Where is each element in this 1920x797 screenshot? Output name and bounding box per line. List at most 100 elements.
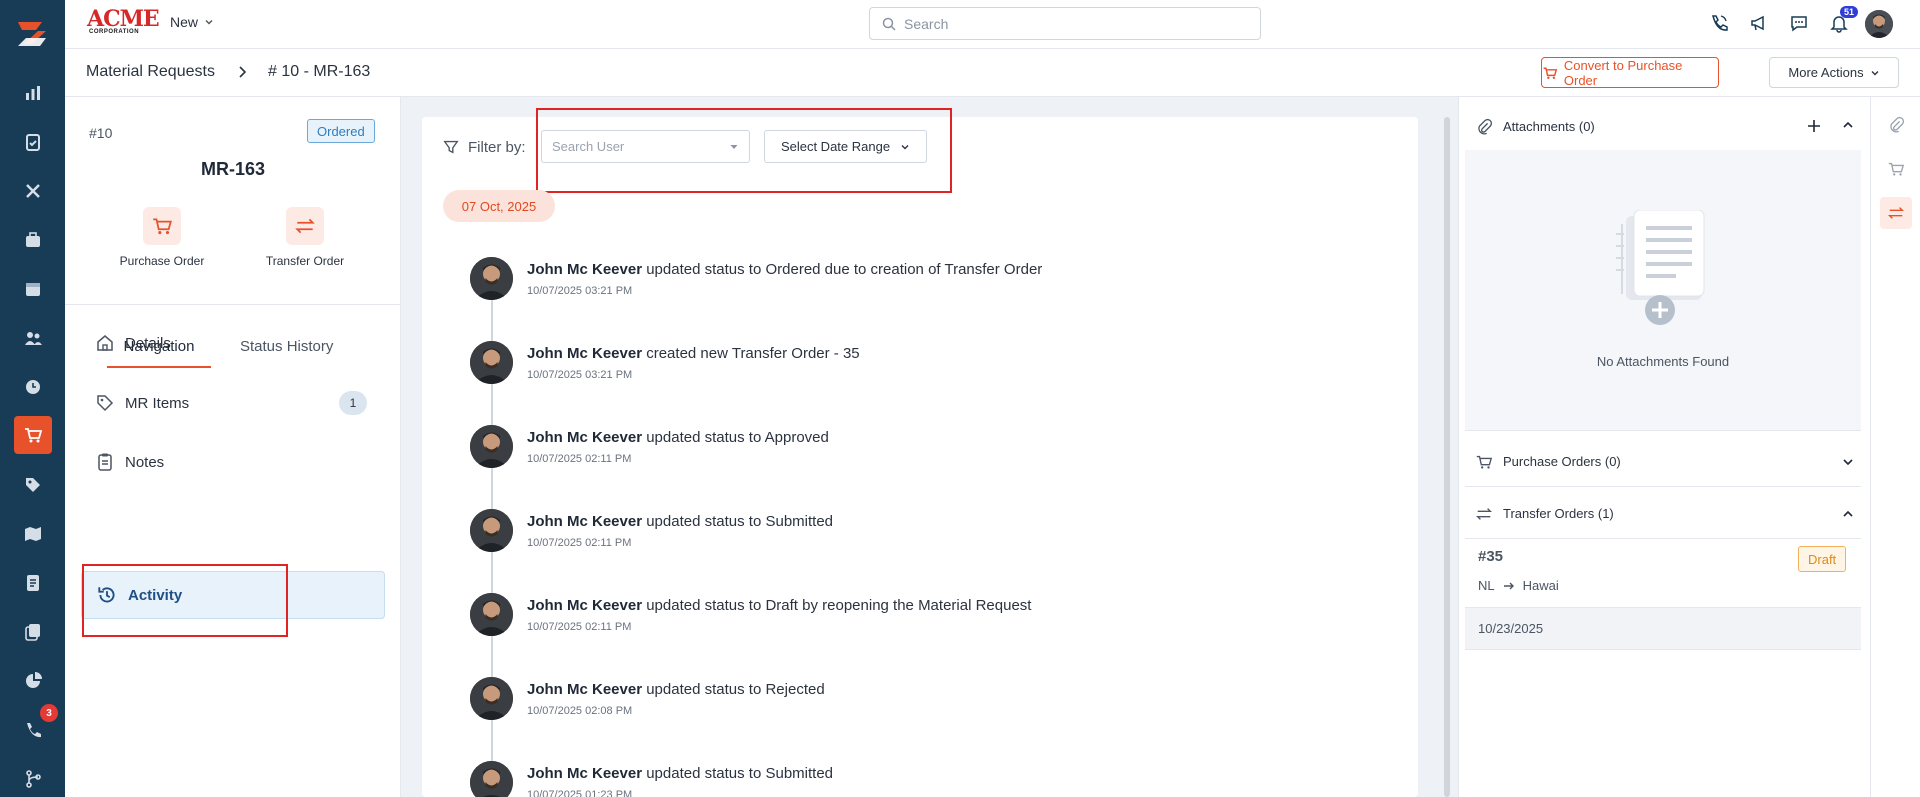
transfer-arrows-icon xyxy=(286,207,324,245)
rail-tools-icon[interactable] xyxy=(0,171,65,211)
rail-cart-icon[interactable] xyxy=(14,416,52,454)
transfer-orders-title: Transfer Orders (1) xyxy=(1503,506,1614,521)
quick-action-label: Transfer Order xyxy=(265,254,345,268)
search-input[interactable] xyxy=(904,15,1244,32)
rail-copy-icon[interactable] xyxy=(0,612,65,652)
user-avatar[interactable] xyxy=(470,425,513,468)
app-sidebar-rail: 3 xyxy=(0,0,65,797)
global-search[interactable] xyxy=(869,7,1261,40)
rail-briefcase-icon[interactable] xyxy=(0,220,65,260)
app-logo-icon[interactable] xyxy=(12,14,52,54)
nav-item-details[interactable]: Details xyxy=(81,319,385,367)
new-menu-button[interactable]: New xyxy=(170,14,214,30)
purchase-orders-rail-cart-icon[interactable] xyxy=(1880,153,1912,185)
activity-user-name[interactable]: John Mc Keever xyxy=(527,345,642,362)
activity-entry-text: John Mc Keever updated status to Draft b… xyxy=(527,597,1031,614)
more-actions-button[interactable]: More Actions xyxy=(1769,57,1899,88)
rail-tag-icon[interactable] xyxy=(0,465,65,505)
highlight-box-activity xyxy=(82,564,288,637)
user-avatar[interactable] xyxy=(470,761,513,797)
quick-action-purchase-order[interactable]: Purchase Order xyxy=(102,207,222,268)
record-title: MR-163 xyxy=(200,159,266,179)
scrollbar[interactable] xyxy=(1444,117,1450,797)
user-avatar[interactable] xyxy=(470,509,513,552)
new-menu-label: New xyxy=(170,14,199,30)
transfer-orders-section-header[interactable]: Transfer Orders (1) xyxy=(1465,489,1861,539)
transfer-order-date: 10/23/2025 xyxy=(1465,608,1861,650)
add-attachment-plus-icon[interactable] xyxy=(1806,118,1822,134)
user-avatar[interactable] xyxy=(470,593,513,636)
expand-chevron-down-icon[interactable] xyxy=(1841,455,1855,469)
rail-phone-call-icon[interactable]: 3 xyxy=(0,704,65,750)
rail-map-icon[interactable] xyxy=(0,514,65,554)
rail-git-branch-icon[interactable] xyxy=(0,759,65,797)
highlight-box-filters xyxy=(536,108,952,193)
company-logo[interactable]: ACME CORPORATION xyxy=(87,7,160,37)
purchase-orders-section-header[interactable]: Purchase Orders (0) xyxy=(1465,437,1861,487)
paperclip-icon xyxy=(1478,118,1493,134)
activity-description: created new Transfer Order - 35 xyxy=(646,345,860,362)
megaphone-icon[interactable] xyxy=(1748,12,1770,34)
chevron-down-icon xyxy=(1871,70,1879,75)
user-avatar[interactable] xyxy=(470,257,513,300)
rail-document-icon[interactable] xyxy=(0,563,65,603)
phone-icon[interactable] xyxy=(1708,12,1730,34)
activity-description: updated status to Ordered due to creatio… xyxy=(646,261,1043,278)
route-from: NL xyxy=(1478,578,1495,593)
transfer-orders-rail-arrows-icon[interactable] xyxy=(1880,197,1912,229)
activity-user-name[interactable]: John Mc Keever xyxy=(527,261,642,278)
activity-entry-text: John Mc Keever updated status to Approve… xyxy=(527,429,829,446)
activity-entry-text: John Mc Keever updated status to Ordered… xyxy=(527,261,1042,278)
notification-count-badge: 51 xyxy=(1839,6,1858,18)
company-logo-subtext: CORPORATION xyxy=(89,29,140,35)
activity-timestamp: 10/07/2025 03:21 PM xyxy=(527,285,633,297)
filter-icon xyxy=(443,140,459,154)
rail-phone-badge: 3 xyxy=(40,704,58,722)
collapse-chevron-up-icon[interactable] xyxy=(1841,507,1855,521)
rail-clock-icon[interactable] xyxy=(0,367,65,407)
convert-button-label: Convert to Purchase Order xyxy=(1563,57,1683,88)
breadcrumb-parent-link[interactable]: Material Requests xyxy=(86,63,215,81)
nav-item-label: Details xyxy=(125,334,171,352)
quick-action-label: Purchase Order xyxy=(119,254,205,268)
breadcrumb: Material Requests # 10 - MR-163 Convert … xyxy=(65,49,1920,97)
clipboard-icon xyxy=(98,453,112,471)
rail-bar-chart-icon[interactable] xyxy=(0,73,65,113)
rail-clipboard-check-icon[interactable] xyxy=(0,122,65,162)
chevron-right-icon xyxy=(239,66,247,78)
user-avatar[interactable] xyxy=(470,341,513,384)
activity-date-chip: 07 Oct, 2025 xyxy=(443,190,555,222)
activity-user-name[interactable]: John Mc Keever xyxy=(527,597,642,614)
transfer-arrows-icon xyxy=(1476,507,1492,520)
collapse-chevron-up-icon[interactable] xyxy=(1841,118,1855,132)
activity-timestamp: 10/07/2025 01:23 PM xyxy=(527,789,633,797)
attachments-title: Attachments (0) xyxy=(1503,119,1595,134)
search-icon xyxy=(882,17,896,31)
activity-user-name[interactable]: John Mc Keever xyxy=(527,765,642,782)
nav-item-mr-items[interactable]: MR Items 1 xyxy=(81,379,385,427)
activity-user-name[interactable]: John Mc Keever xyxy=(527,513,642,530)
chat-icon[interactable] xyxy=(1788,12,1810,34)
notification-bell-icon[interactable]: 51 xyxy=(1828,6,1858,34)
attachments-section-header[interactable]: Attachments (0) xyxy=(1465,102,1861,152)
rail-calendar-icon[interactable] xyxy=(0,269,65,309)
activity-timestamp: 10/07/2025 02:11 PM xyxy=(527,621,632,633)
nav-item-notes[interactable]: Notes xyxy=(81,438,385,486)
rail-users-icon[interactable] xyxy=(0,318,65,358)
record-number: #10 xyxy=(89,125,113,141)
attachments-rail-paperclip-icon[interactable] xyxy=(1880,109,1912,141)
user-avatar[interactable] xyxy=(1865,10,1893,38)
user-avatar[interactable] xyxy=(470,677,513,720)
rail-pie-chart-icon[interactable] xyxy=(0,661,65,701)
transfer-order-number[interactable]: #35 xyxy=(1478,548,1503,565)
convert-to-purchase-order-button[interactable]: Convert to Purchase Order xyxy=(1541,57,1719,88)
activity-entry-text: John Mc Keever updated status to Submitt… xyxy=(527,513,833,530)
more-actions-label: More Actions xyxy=(1788,65,1864,80)
activity-user-name[interactable]: John Mc Keever xyxy=(527,681,642,698)
activity-user-name[interactable]: John Mc Keever xyxy=(527,429,642,446)
arrow-right-icon xyxy=(1503,582,1514,589)
cart-icon xyxy=(1476,455,1493,469)
tag-icon xyxy=(97,395,114,412)
quick-action-transfer-order[interactable]: Transfer Order xyxy=(245,207,365,268)
route-to: Hawai xyxy=(1522,578,1559,593)
